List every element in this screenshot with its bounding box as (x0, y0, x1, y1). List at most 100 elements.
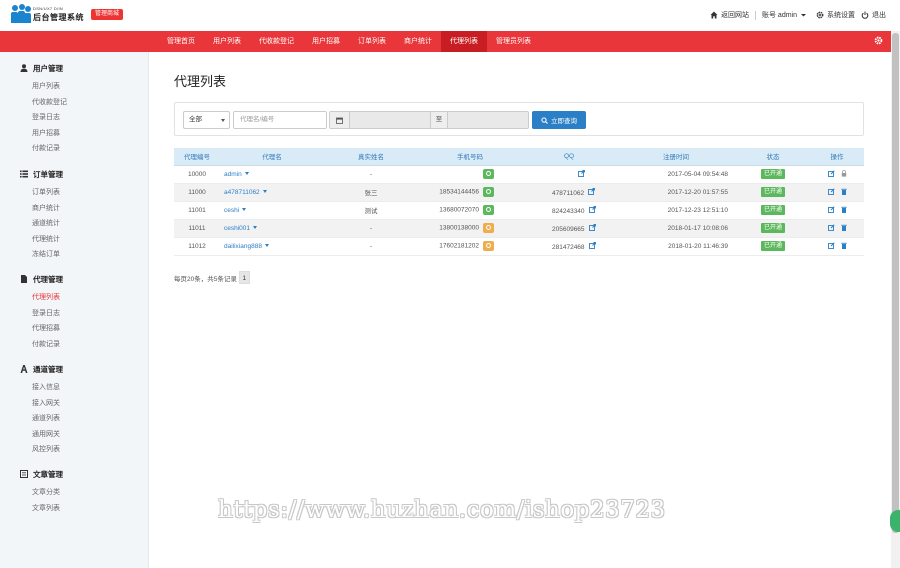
nav-item[interactable]: 用户列表 (204, 31, 250, 52)
trash-icon[interactable] (840, 206, 847, 215)
phone-number: 18534144456 (439, 188, 479, 196)
sidebar-group-header[interactable]: 通道管理 (20, 364, 63, 375)
sidebar-item[interactable]: 付款记录 (32, 339, 60, 349)
phone-number: 13680072070 (439, 206, 479, 214)
external-link-icon[interactable] (588, 241, 596, 251)
floating-chat-button[interactable] (890, 510, 900, 532)
phone-verified-icon[interactable] (483, 187, 494, 197)
edit-icon[interactable] (827, 223, 835, 233)
trash-icon[interactable] (840, 224, 847, 233)
external-link-icon[interactable] (578, 169, 585, 179)
edit-icon[interactable] (827, 187, 835, 197)
nav-item[interactable]: 代收款登记 (250, 31, 303, 52)
sidebar-item[interactable]: 商户统计 (32, 203, 60, 213)
settings-link[interactable]: 系统设置 (816, 10, 855, 20)
search-button[interactable]: 立即查询 (532, 111, 586, 129)
table-row[interactable]: 11000 a478711062 张三 18534144456 478711062 201… (174, 183, 864, 202)
cell-status: 已开通 (736, 201, 810, 220)
agent-name-dropdown[interactable]: ceshi001 (224, 225, 250, 232)
sidebar-item[interactable]: 冻结订单 (32, 249, 60, 259)
sidebar-item[interactable]: 风控列表 (32, 444, 60, 454)
external-link-icon[interactable] (588, 223, 596, 233)
cell-phone: 13680072070 (418, 201, 522, 220)
sidebar-item[interactable]: 代理列表 (32, 292, 60, 302)
status-badge[interactable]: 已开通 (760, 223, 785, 233)
account-dropdown[interactable]: 账号 admin (762, 10, 810, 20)
page-scrollbar[interactable] (891, 31, 900, 568)
cell-status: 已开通 (736, 165, 810, 184)
sidebar-item[interactable]: 登录日志 (32, 112, 60, 122)
nav-item[interactable]: 商户统计 (395, 31, 441, 52)
nav-item[interactable]: 管理首页 (158, 31, 204, 52)
sidebar-group-header[interactable]: 订单管理 (20, 169, 63, 180)
sidebar-group-header[interactable]: 代理管理 (20, 274, 63, 285)
home-link[interactable]: 返回网站 (710, 10, 749, 20)
agent-name-dropdown[interactable]: dailixiang888 (224, 243, 262, 250)
sidebar-group-header[interactable]: 文章管理 (20, 469, 63, 480)
caret-down-icon (264, 244, 269, 248)
lock-icon[interactable] (841, 169, 847, 179)
agent-name-dropdown[interactable]: ceshi (224, 207, 239, 214)
edit-icon[interactable] (827, 241, 835, 251)
column-header: 真实姓名 (324, 148, 418, 166)
home-link-label: 返回网站 (720, 12, 749, 19)
phone-verified-icon[interactable] (483, 169, 494, 179)
nav-gear-icon[interactable] (874, 36, 883, 45)
qq-number: 824243340 (552, 207, 585, 215)
table-row[interactable]: 11012 dailixiang888 - 17602181202 281472468 2… (174, 237, 864, 256)
phone-unverified-icon[interactable] (483, 223, 494, 233)
scrollbar-thumb[interactable] (892, 33, 899, 533)
phone-verified-icon[interactable] (483, 205, 494, 215)
home-icon (710, 11, 718, 19)
status-badge[interactable]: 已开通 (760, 205, 785, 215)
sidebar-item[interactable]: 代收款登记 (32, 97, 67, 107)
sidebar-item[interactable]: 用户列表 (32, 81, 60, 91)
sidebar-item[interactable]: 接入网关 (32, 398, 60, 408)
nav-item[interactable]: 管理员列表 (487, 31, 540, 52)
sidebar-item[interactable]: 接入信息 (32, 382, 60, 392)
sidebar-item[interactable]: 代理统计 (32, 234, 60, 244)
sidebar-item[interactable]: 文章分类 (32, 487, 60, 497)
sidebar-item[interactable]: 代理招募 (32, 323, 60, 333)
logout-link[interactable]: 退出 (861, 10, 886, 20)
external-link-icon[interactable] (588, 205, 596, 215)
agent-search-input[interactable]: 代理名/编号 (233, 111, 327, 129)
edit-icon[interactable] (827, 205, 835, 215)
search-icon (541, 116, 548, 124)
table-row[interactable]: 11001 ceshi 测试 13680072070 824243340 2017-12-… (174, 201, 864, 220)
agent-name-dropdown[interactable]: admin (224, 171, 242, 178)
agent-table: 代理编号 代理名 真实姓名 手机号码 QQ 注册时间 状态 操作 10000 admin - 201… (174, 148, 864, 256)
edit-icon[interactable] (827, 169, 835, 179)
sidebar-group-header[interactable]: 用户管理 (20, 63, 63, 74)
status-badge[interactable]: 已开通 (760, 241, 785, 251)
nav-item[interactable]: 用户招募 (303, 31, 349, 52)
logo-icon[interactable] (11, 4, 31, 24)
table-row[interactable]: 10000 admin - 2017-05-04 09:54:48 已开通 (174, 165, 864, 184)
sidebar-item[interactable]: 登录日志 (32, 308, 60, 318)
page-button-current[interactable]: 1 (238, 271, 250, 284)
column-header: 操作 (810, 148, 864, 166)
brand-badge[interactable]: 管理商城 (91, 9, 124, 20)
status-badge[interactable]: 已开通 (760, 187, 785, 197)
agent-name-dropdown[interactable]: a478711062 (224, 189, 260, 196)
sidebar-item[interactable]: 订单列表 (32, 187, 60, 197)
status-select[interactable]: 全部 (183, 111, 230, 129)
external-link-icon[interactable] (588, 187, 596, 197)
nav-item[interactable]: 订单列表 (349, 31, 395, 52)
trash-icon[interactable] (840, 188, 847, 197)
trash-icon[interactable] (840, 242, 847, 251)
table-row[interactable]: 11011 ceshi001 - 13800138000 205609665 2018-0… (174, 219, 864, 238)
sidebar-item[interactable]: 付款记录 (32, 143, 60, 153)
page-title: 代理列表 (174, 74, 227, 89)
end-date-input[interactable] (448, 112, 528, 128)
sidebar-item[interactable]: 通用网关 (32, 429, 60, 439)
status-badge[interactable]: 已开通 (760, 169, 785, 179)
sidebar-item[interactable]: 用户招募 (32, 128, 60, 138)
sidebar-item[interactable]: 通道统计 (32, 218, 60, 228)
cell-status: 已开通 (736, 237, 810, 256)
sidebar-item[interactable]: 通道列表 (32, 413, 60, 423)
sidebar-item[interactable]: 文章列表 (32, 503, 60, 513)
nav-item[interactable]: 代理列表 (441, 31, 487, 52)
start-date-input[interactable] (350, 112, 430, 128)
phone-unverified-icon[interactable] (483, 241, 494, 251)
